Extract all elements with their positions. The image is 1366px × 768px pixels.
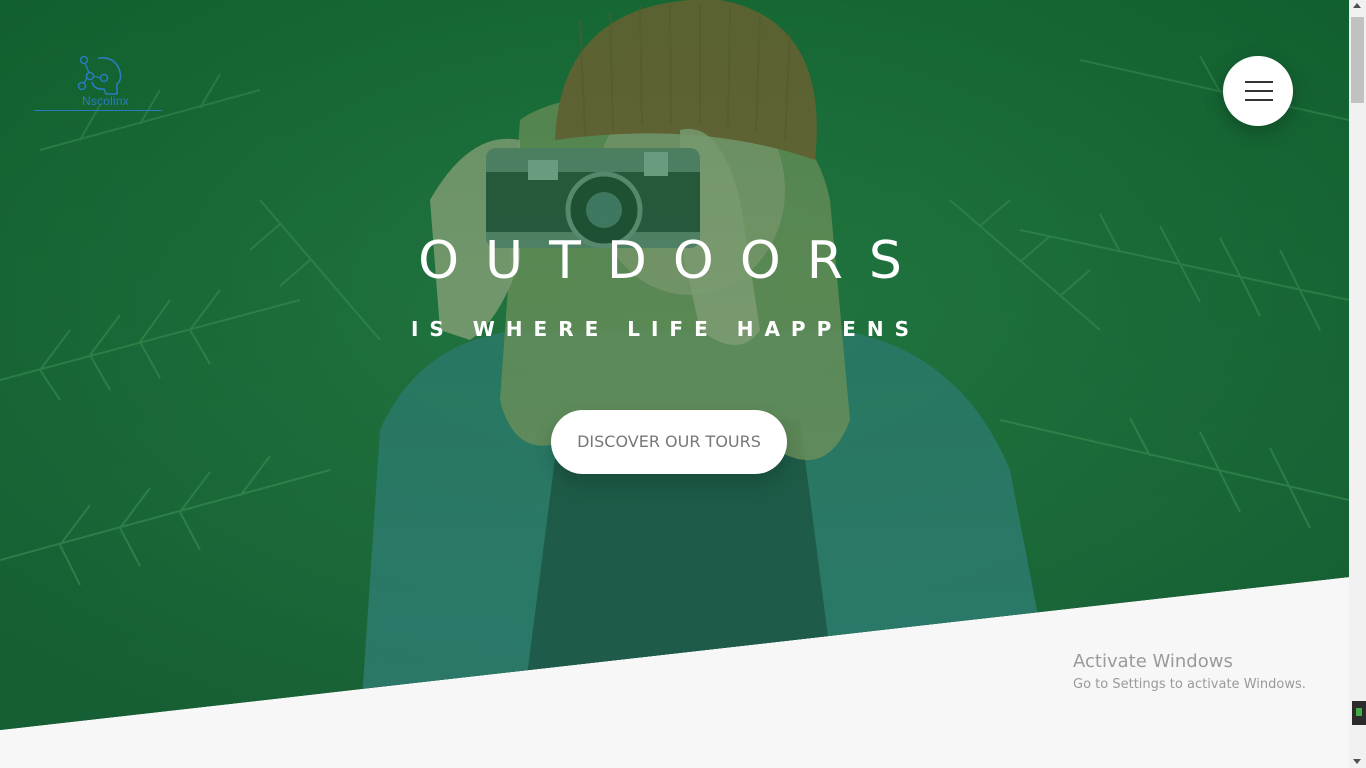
landing-page: Nscolinx OUTDOORS IS WHERE LIFE HAPPENS … <box>0 0 1349 768</box>
hero-section <box>0 0 1349 730</box>
scroll-up-arrow-icon[interactable] <box>1353 3 1361 8</box>
hero-color-overlay <box>0 0 1349 730</box>
scroll-down-arrow-icon[interactable] <box>1353 759 1361 764</box>
download-arrow-icon <box>1356 708 1362 716</box>
menu-button[interactable] <box>1223 56 1293 126</box>
activate-windows-watermark: Activate Windows Go to Settings to activ… <box>1073 650 1306 696</box>
hero-subtitle: IS WHERE LIFE HAPPENS <box>410 317 921 341</box>
watermark-subtitle: Go to Settings to activate Windows. <box>1073 677 1306 692</box>
hero-heading: OUTDOORS IS WHERE LIFE HAPPENS <box>0 226 1320 344</box>
vertical-scrollbar[interactable] <box>1349 0 1366 768</box>
download-indicator[interactable] <box>1352 701 1366 725</box>
brand-logo[interactable]: Nscolinx <box>34 54 162 112</box>
scrollbar-thumb[interactable] <box>1351 17 1364 103</box>
logo-underline <box>34 110 162 111</box>
head-network-logo-icon <box>77 55 122 95</box>
discover-tours-button[interactable]: DISCOVER OUR TOURS <box>551 410 787 474</box>
watermark-title: Activate Windows <box>1073 651 1233 672</box>
hero-title: OUTDOORS <box>418 231 928 291</box>
brand-name: Nscolinx <box>82 94 129 108</box>
